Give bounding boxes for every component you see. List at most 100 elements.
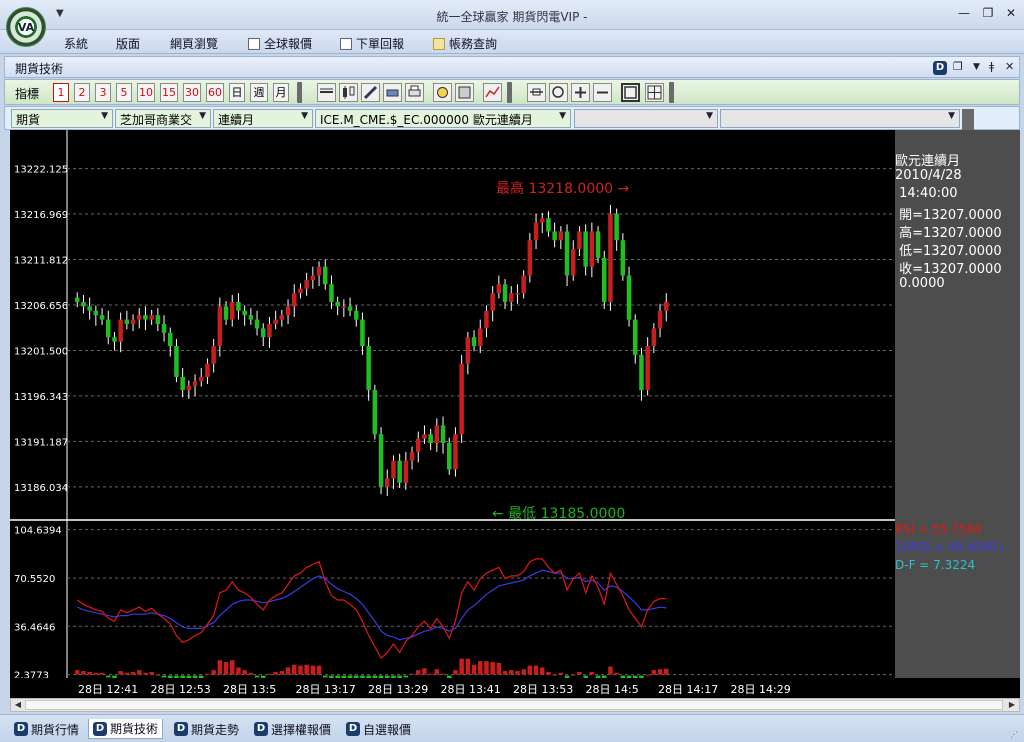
candle-body [552,231,557,241]
tab-options-quotes[interactable]: D 選擇權報價 [250,719,335,739]
chart-area[interactable]: 13222.125 13216.969 13211.812 13206.656 1320… [10,130,895,678]
close-icon[interactable]: ✕ [1005,60,1014,73]
close-icon[interactable]: ✕ [1001,6,1021,22]
pencil-icon[interactable] [361,83,380,102]
market-select[interactable]: 期貨 ▼ [11,109,113,128]
menu-order-report[interactable]: 下單回報 [340,35,404,52]
candle-body [137,315,142,320]
refresh-icon[interactable] [433,83,452,102]
extra-select-2[interactable]: ▼ [720,109,960,128]
window-icon[interactable]: ❐ [953,60,963,73]
scrollbar-thumb[interactable] [25,700,1003,710]
exchange-value: 芝加哥商業交 [120,113,193,127]
menu-account-query-label: 帳務查詢 [449,37,498,51]
candle-body [577,231,582,250]
candle-body [502,284,508,302]
plus-icon[interactable] [571,83,590,102]
period-button-週[interactable]: 週 [250,83,268,102]
scroll-left-icon[interactable]: ◀ [11,699,25,711]
candle-body [341,306,347,308]
candle-body [422,434,427,439]
line-icon[interactable] [317,83,336,102]
df-bar [273,671,278,675]
price-tick-label: 13186.034 [14,483,68,494]
minus-icon[interactable] [593,83,612,102]
indicator-label[interactable]: 指標 [15,85,39,102]
window-title: 統一全球贏家 期貨閃電VIP - [436,10,588,24]
candle-body [285,306,291,316]
candle-body [211,346,216,364]
period-button-1[interactable]: 1 [53,83,69,102]
candle-body [118,319,123,342]
period-button-5[interactable]: 5 [116,83,132,102]
price-chart[interactable]: 13222.125 13216.969 13211.812 13206.656 1320… [10,130,895,678]
exchange-select[interactable]: 芝加哥商業交 ▼ [115,109,211,128]
app-logo-icon[interactable]: VA [6,7,46,47]
time-tick-label: 28日 13:41 [440,683,501,696]
bottom-tab-bar: D 期貨行情 D 期貨技術 D 期貨走勢 D 選擇權報價 D 自選報價 ⋰ [0,714,1024,742]
menu-web-browse[interactable]: 網頁瀏覽 [170,35,218,52]
tab-futures-quotes[interactable]: D 期貨行情 [10,719,83,739]
layout-grid-icon[interactable] [645,83,664,102]
contract-type-select[interactable]: 連續月 ▼ [213,109,313,128]
df-bar [248,672,254,675]
print-icon[interactable] [405,83,424,102]
image-icon[interactable] [455,83,474,102]
candle-body [378,434,384,488]
period-button-30[interactable]: 30 [183,83,201,102]
candle-body [366,346,371,391]
symbol-select[interactable]: ICE.M_CME.$_EC.000000 歐元連續月 ▼ [315,109,571,128]
pin-icon[interactable]: ǂ [989,60,994,73]
period-button-15[interactable]: 15 [160,83,178,102]
df-bar [211,670,216,675]
period-button-日[interactable]: 日 [229,83,245,102]
candle-body [416,438,421,452]
eraser-icon[interactable] [383,83,402,102]
period-button-60[interactable]: 60 [206,83,224,102]
candle-body [558,231,564,241]
df-bar [478,661,483,675]
menu-account-query[interactable]: 帳務查詢 [433,35,497,52]
candle-body [459,363,464,435]
period-button-月[interactable]: 月 [273,83,289,102]
resize-grip-icon[interactable]: ⋰ [1010,730,1020,740]
candle-body [509,293,514,302]
dropdown-arrow-icon[interactable]: ▼ [973,62,980,72]
toolbar-separator [669,82,674,103]
candle-body [651,328,657,347]
time-tick-label: 28日 12:53 [150,683,211,696]
tab-futures-trend[interactable]: D 期貨走勢 [170,719,243,739]
menu-system[interactable]: 系統 [64,35,88,52]
candle-body [484,310,489,329]
d-badge-icon[interactable]: D [933,60,947,75]
horizontal-scrollbar[interactable]: ◀ ▶ [10,698,1020,712]
tab-futures-technical[interactable]: D 期貨技術 [88,719,164,739]
restore-icon[interactable]: ❐ [978,6,998,22]
candle-body [391,460,396,479]
period-button-3[interactable]: 3 [95,83,111,102]
layout-single-icon[interactable] [621,83,640,102]
candle-body [657,310,663,329]
zoom-icon[interactable] [549,83,568,102]
period-button-2[interactable]: 2 [74,83,90,102]
resize-horizontal-icon[interactable] [527,83,546,102]
filter-more-button[interactable] [962,109,974,130]
menu-layout[interactable]: 版面 [116,35,140,52]
candle-body [192,381,198,386]
tab-watchlist-quotes[interactable]: D 自選報價 [342,719,415,739]
df-bar [205,673,210,675]
candle-body [112,337,117,342]
menu-global-quotes[interactable]: 全球報價 [248,35,312,52]
minimize-icon[interactable]: — [954,6,974,22]
time-tick-label: 28日 13:29 [368,683,429,696]
df-bar [285,667,291,675]
scroll-right-icon[interactable]: ▶ [1005,699,1019,711]
period-button-10[interactable]: 10 [137,83,155,102]
candlestick-icon[interactable] [339,83,358,102]
df-bar [75,670,80,675]
trend-chart-icon[interactable] [483,83,502,102]
extra-select-1[interactable]: ▼ [574,109,718,128]
candle-body [106,319,111,338]
menu-bar: 系統 版面 網頁瀏覽 全球報價 下單回報 帳務查詢 [0,30,1024,54]
candle-body [223,306,229,320]
